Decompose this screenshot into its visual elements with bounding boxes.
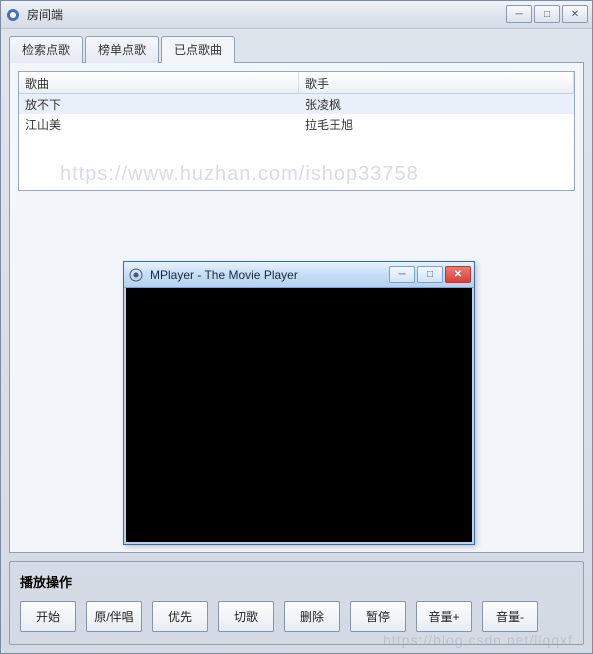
playback-group: 播放操作 开始 原/伴唱 优先 切歌 删除 暂停 音量+ 音量- (9, 561, 584, 645)
mplayer-minimize-button[interactable]: ─ (389, 266, 415, 283)
mplayer-icon (128, 267, 144, 283)
volume-up-button[interactable]: 音量+ (416, 601, 472, 632)
pause-button[interactable]: 暂停 (350, 601, 406, 632)
cell-song: 江山美 (19, 114, 299, 135)
window-title: 房间端 (27, 6, 63, 23)
tab-label: 检索点歌 (22, 43, 70, 57)
col-header-song[interactable]: 歌曲 (19, 72, 299, 93)
cut-song-button[interactable]: 切歌 (218, 601, 274, 632)
tab-search-song[interactable]: 检索点歌 (9, 36, 83, 63)
table-row[interactable]: 放不下 张凌枫 (19, 94, 574, 114)
tab-panel: 歌曲 歌手 放不下 张凌枫 江山美 拉毛王旭 https://www.huzha… (9, 62, 584, 553)
mplayer-controls: ─ □ ✕ (389, 266, 471, 283)
table-header: 歌曲 歌手 (19, 72, 574, 94)
client-area: 检索点歌 榜单点歌 已点歌曲 歌曲 歌手 放不下 张凌枫 江山美 拉毛王旭 ht… (1, 29, 592, 653)
minimize-button[interactable]: ─ (506, 5, 532, 23)
col-header-singer[interactable]: 歌手 (299, 72, 574, 93)
priority-button[interactable]: 优先 (152, 601, 208, 632)
tabstrip: 检索点歌 榜单点歌 已点歌曲 (9, 35, 584, 62)
main-window: 房间端 ─ □ ✕ 检索点歌 榜单点歌 已点歌曲 歌曲 歌手 放不下 张凌枫 (0, 0, 593, 654)
close-icon: ✕ (571, 9, 579, 20)
mplayer-titlebar[interactable]: MPlayer - The Movie Player ─ □ ✕ (124, 262, 474, 288)
maximize-icon: □ (544, 9, 550, 20)
mplayer-close-button[interactable]: ✕ (445, 266, 471, 283)
minimize-icon: ─ (398, 269, 405, 280)
tab-rank-song[interactable]: 榜单点歌 (85, 36, 159, 63)
cell-singer: 张凌枫 (299, 94, 574, 115)
start-button[interactable]: 开始 (20, 601, 76, 632)
mplayer-maximize-button[interactable]: □ (417, 266, 443, 283)
mplayer-window[interactable]: MPlayer - The Movie Player ─ □ ✕ (123, 261, 475, 545)
maximize-icon: □ (427, 269, 433, 280)
song-table: 歌曲 歌手 放不下 张凌枫 江山美 拉毛王旭 (18, 71, 575, 191)
close-button[interactable]: ✕ (562, 5, 588, 23)
delete-button[interactable]: 删除 (284, 601, 340, 632)
window-controls: ─ □ ✕ (506, 5, 588, 23)
cell-song: 放不下 (19, 94, 299, 115)
tab-selected-song[interactable]: 已点歌曲 (161, 36, 235, 63)
tab-label: 榜单点歌 (98, 43, 146, 57)
original-accompaniment-button[interactable]: 原/伴唱 (86, 601, 142, 632)
app-icon (5, 7, 21, 23)
playback-buttons: 开始 原/伴唱 优先 切歌 删除 暂停 音量+ 音量- (20, 601, 573, 632)
mplayer-video-area[interactable] (124, 288, 474, 544)
mplayer-title: MPlayer - The Movie Player (150, 268, 298, 282)
titlebar[interactable]: 房间端 ─ □ ✕ (1, 1, 592, 29)
playback-legend: 播放操作 (20, 572, 573, 591)
close-icon: ✕ (454, 269, 462, 280)
table-row[interactable]: 江山美 拉毛王旭 (19, 114, 574, 134)
cell-singer: 拉毛王旭 (299, 114, 574, 135)
volume-down-button[interactable]: 音量- (482, 601, 538, 632)
tab-label: 已点歌曲 (174, 43, 222, 57)
maximize-button[interactable]: □ (534, 5, 560, 23)
minimize-icon: ─ (515, 9, 522, 20)
